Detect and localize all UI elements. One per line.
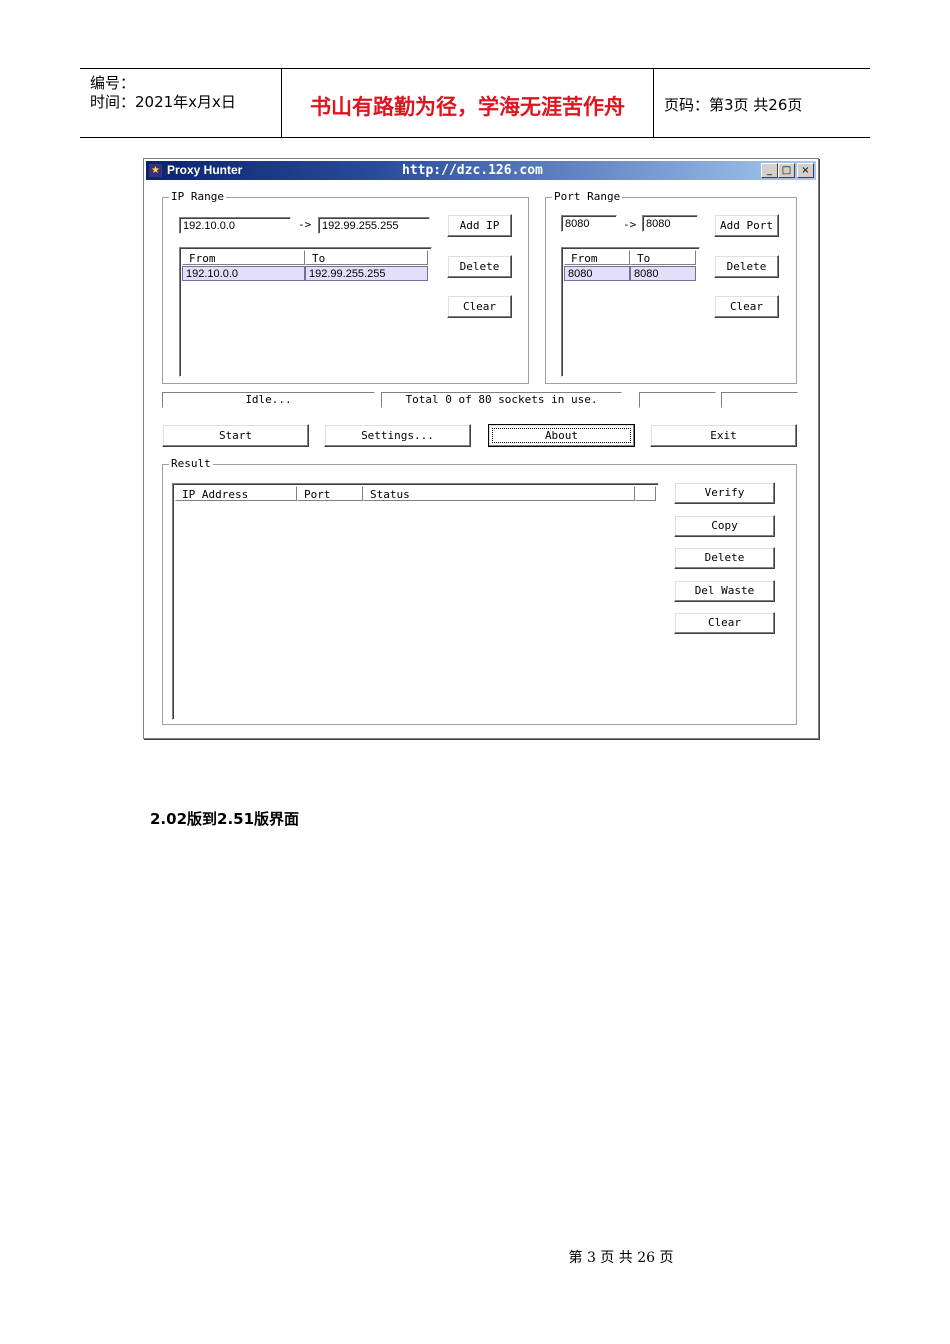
start-button[interactable]: Start <box>162 424 309 447</box>
port-from-input[interactable]: 8080 <box>561 215 617 232</box>
doc-time-label: 时间：2021年x月x日 <box>90 93 236 111</box>
verify-button[interactable]: Verify <box>674 482 775 504</box>
copy-button[interactable]: Copy <box>674 515 775 537</box>
ip-to-input[interactable]: 192.99.255.255 <box>318 217 430 234</box>
about-button[interactable]: About <box>488 424 635 447</box>
ip-range-group: IP Range 192.10.0.0 -> 192.99.255.255 Ad… <box>162 190 529 384</box>
port-range-group: Port Range 8080 -> 8080 Add Port Delete … <box>545 190 797 384</box>
port-list-header-to[interactable]: To <box>630 250 696 265</box>
page-number-label: 页码：第3页 共26页 <box>664 96 803 114</box>
port-to-input[interactable]: 8080 <box>642 215 698 232</box>
title-url: http://dzc.126.com <box>402 163 543 178</box>
status-sockets: Total 0 of 80 sockets in use. <box>381 392 622 408</box>
proxy-hunter-window: ★ Proxy Hunter http://dzc.126.com _ □ × … <box>143 158 819 739</box>
header-motto-cell: 书山有路勤为径，学海无涯苦作舟 <box>282 69 654 137</box>
clear-port-button[interactable]: Clear <box>714 295 779 318</box>
minimize-button[interactable]: _ <box>761 163 778 178</box>
ip-list-header-to[interactable]: To <box>305 250 428 265</box>
app-icon: ★ <box>149 164 162 177</box>
add-port-button[interactable]: Add Port <box>714 214 779 237</box>
delete-port-button[interactable]: Delete <box>714 255 779 278</box>
doc-number-label: 编号： <box>90 74 136 92</box>
result-group: Result IP Address Port Status Verify Cop… <box>162 457 797 725</box>
ip-range-arrow: -> <box>298 218 312 231</box>
col-ip-address[interactable]: IP Address <box>175 486 297 501</box>
col-filler <box>635 486 656 501</box>
col-status[interactable]: Status <box>363 486 635 501</box>
result-list[interactable]: IP Address Port Status <box>172 483 659 720</box>
clear-ip-button[interactable]: Clear <box>447 295 512 318</box>
port-list-header-from[interactable]: From <box>564 250 630 265</box>
header-page-cell: 页码：第3页 共26页 <box>654 69 870 137</box>
status-idle: Idle... <box>162 392 375 408</box>
page-footer: 第 3 页 共 26 页 <box>568 1250 674 1266</box>
port-row-from[interactable]: 8080 <box>564 266 630 281</box>
clear-result-button[interactable]: Clear <box>674 612 775 634</box>
maximize-button[interactable]: □ <box>778 163 795 178</box>
col-port[interactable]: Port <box>297 486 363 501</box>
port-range-label: Port Range <box>552 190 623 203</box>
status-panel-3 <box>639 392 716 408</box>
delete-result-button[interactable]: Delete <box>674 547 775 569</box>
settings-button[interactable]: Settings... <box>324 424 471 447</box>
ip-range-list[interactable]: From To 192.10.0.0 192.99.255.255 <box>179 247 432 377</box>
result-label: Result <box>169 457 213 470</box>
add-ip-button[interactable]: Add IP <box>447 214 512 237</box>
ip-row-to[interactable]: 192.99.255.255 <box>305 266 428 281</box>
title-bar[interactable]: ★ Proxy Hunter http://dzc.126.com _ □ × <box>146 161 816 180</box>
ip-from-input[interactable]: 192.10.0.0 <box>179 217 291 234</box>
figure-caption: 2.02版到2.51版界面 <box>150 810 300 828</box>
ip-range-label: IP Range <box>169 190 226 203</box>
ip-list-header-from[interactable]: From <box>182 250 305 265</box>
port-range-list[interactable]: From To 8080 8080 <box>561 247 700 377</box>
motto-text: 书山有路勤为径，学海无涯苦作舟 <box>310 94 625 119</box>
ip-row-from[interactable]: 192.10.0.0 <box>182 266 305 281</box>
exit-button[interactable]: Exit <box>650 424 797 447</box>
del-waste-button[interactable]: Del Waste <box>674 580 775 602</box>
status-panel-4 <box>721 392 798 408</box>
header-info-cell: 编号： 时间：2021年x月x日 <box>80 69 282 137</box>
close-button[interactable]: × <box>797 163 814 178</box>
focus-rect <box>492 428 631 443</box>
window-title: Proxy Hunter <box>167 163 243 177</box>
port-row-to[interactable]: 8080 <box>630 266 696 281</box>
port-range-arrow: -> <box>623 218 637 231</box>
page-header: 编号： 时间：2021年x月x日 书山有路勤为径，学海无涯苦作舟 页码：第3页 … <box>80 68 870 138</box>
delete-ip-button[interactable]: Delete <box>447 255 512 278</box>
